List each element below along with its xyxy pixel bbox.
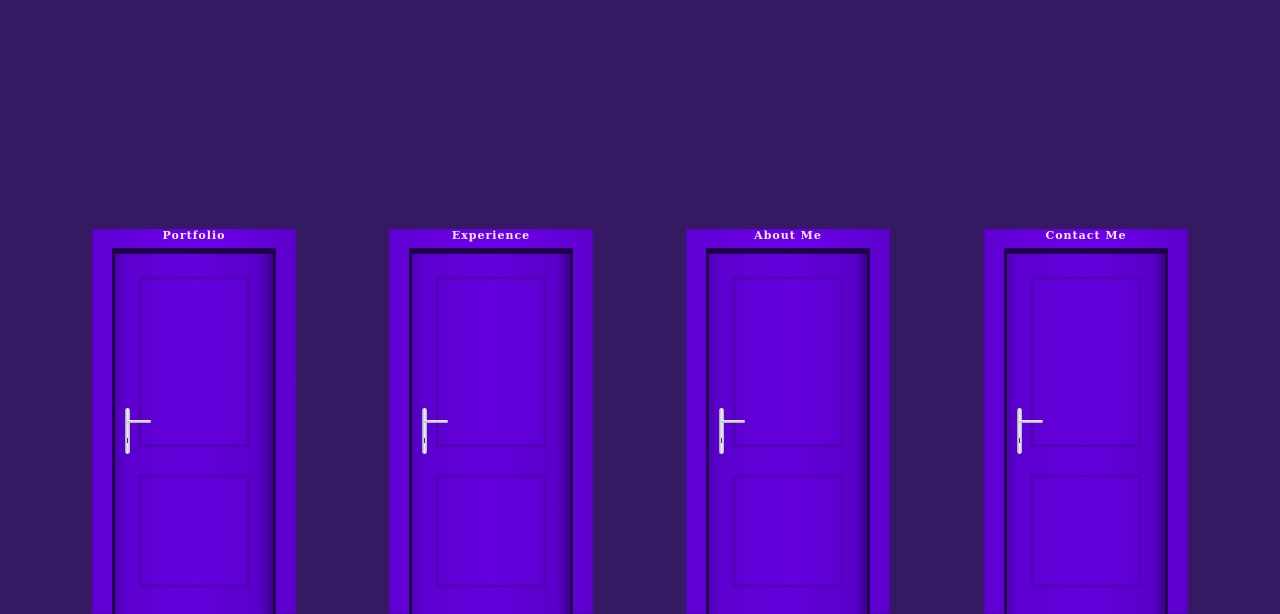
door-leaf	[1007, 254, 1165, 614]
keyhole-icon	[721, 438, 722, 443]
door-experience[interactable]: Experience	[389, 229, 593, 614]
door-label-portfolio: Portfolio	[162, 229, 226, 242]
keyhole-icon	[1019, 438, 1020, 443]
door-label-about-me: About Me	[754, 229, 822, 242]
door-contact-me[interactable]: Contact Me	[984, 229, 1188, 614]
doors-stage: Portfolio Experience About Me Contact Me	[0, 0, 1280, 614]
door-lever-icon	[721, 420, 745, 423]
door-panel-bottom	[139, 475, 249, 587]
door-lever-icon	[424, 420, 448, 423]
door-panel-bottom	[436, 475, 546, 587]
keyhole-icon	[127, 438, 128, 443]
door-panel-top	[436, 277, 546, 447]
door-about-me[interactable]: About Me	[686, 229, 890, 614]
door-handle-icon	[1017, 408, 1022, 454]
door-panel-top	[733, 277, 843, 447]
door-handle-icon	[719, 408, 724, 454]
door-handle-icon	[125, 408, 130, 454]
door-panel-top	[139, 277, 249, 447]
door-leaf	[709, 254, 867, 614]
door-leaf	[412, 254, 570, 614]
door-panel-bottom	[1031, 475, 1141, 587]
door-label-experience: Experience	[451, 229, 531, 242]
door-panel-bottom	[733, 475, 843, 587]
door-lever-icon	[127, 420, 151, 423]
door-panel-top	[1031, 277, 1141, 447]
door-leaf	[115, 254, 273, 614]
door-portfolio[interactable]: Portfolio	[92, 229, 296, 614]
door-handle-icon	[422, 408, 427, 454]
door-label-contact-me: Contact Me	[1045, 229, 1127, 242]
door-lever-icon	[1019, 420, 1043, 423]
keyhole-icon	[424, 438, 425, 443]
